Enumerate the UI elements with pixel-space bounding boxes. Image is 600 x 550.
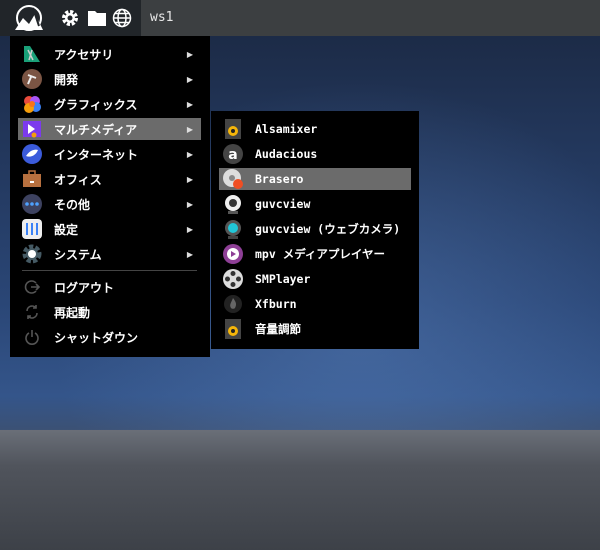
accessories-icon xyxy=(22,44,42,64)
chevron-right-icon: ▶ xyxy=(186,199,193,209)
item-label: 再起動 xyxy=(54,305,91,320)
submenu-item-guvcview-webcam[interactable]: guvcview (ウェブカメラ) xyxy=(219,218,411,240)
submenu-item-volume-control[interactable]: 音量調節 xyxy=(219,318,411,340)
item-label: その他 xyxy=(54,197,91,212)
chevron-right-icon: ▶ xyxy=(186,249,193,259)
taskbar-launchers xyxy=(0,0,141,36)
chevron-right-icon: ▶ xyxy=(186,149,193,159)
chevron-right-icon: ▶ xyxy=(186,174,193,184)
webcam-icon xyxy=(223,194,243,214)
speaker-icon xyxy=(223,119,243,139)
item-label: Brasero xyxy=(255,172,304,186)
chevron-right-icon: ▶ xyxy=(186,224,193,234)
taskbar: ws1 xyxy=(0,0,600,36)
folder-icon[interactable] xyxy=(87,9,107,27)
item-label: mpv メディアプレイヤー xyxy=(255,247,386,261)
settings-icon xyxy=(22,219,42,239)
flame-icon xyxy=(223,294,243,314)
item-label: シャットダウン xyxy=(54,330,139,345)
globe-icon[interactable] xyxy=(112,8,132,28)
chevron-right-icon: ▶ xyxy=(186,49,193,59)
power-icon xyxy=(22,327,42,347)
submenu-item-xfburn[interactable]: Xfburn xyxy=(219,293,411,315)
audacious-icon: a xyxy=(223,144,243,164)
item-label: 開発 xyxy=(54,72,79,87)
wallpaper-ground xyxy=(0,430,600,550)
system-icon xyxy=(22,244,42,264)
menu-item-logout[interactable]: ログアウト xyxy=(18,276,201,298)
submenu-item-alsamixer[interactable]: Alsamixer xyxy=(219,118,411,140)
item-label: SMPlayer xyxy=(255,272,311,286)
submenu-item-guvcview[interactable]: guvcview xyxy=(219,193,411,215)
menu-item-multimedia[interactable]: マルチメディア ▶ xyxy=(18,118,201,140)
chevron-right-icon: ▶ xyxy=(186,99,193,109)
item-label: グラフィックス xyxy=(54,97,138,112)
submenu-item-mpv[interactable]: mpv メディアプレイヤー xyxy=(219,243,411,265)
webcam-icon xyxy=(223,219,243,239)
item-label: アクセサリ xyxy=(54,47,114,62)
logout-icon xyxy=(22,277,42,297)
item-label: オフィス xyxy=(54,172,102,187)
menu-item-settings[interactable]: 設定 ▶ xyxy=(18,218,201,240)
chevron-right-icon: ▶ xyxy=(186,74,193,84)
workspace-label[interactable]: ws1 xyxy=(150,10,173,25)
submenu-item-smplayer[interactable]: SMPlayer xyxy=(219,268,411,290)
gear-icon[interactable] xyxy=(60,8,80,28)
main-menu: アクセサリ ▶ 開発 ▶ グラフィックス ▶ マルチメディア ▶ インターネット ▶ オフ… xyxy=(10,36,210,357)
film-reel-icon xyxy=(223,269,243,289)
speaker-icon xyxy=(223,319,243,339)
development-icon xyxy=(22,69,42,89)
item-label: Alsamixer xyxy=(255,122,318,136)
menu-item-development[interactable]: 開発 ▶ xyxy=(18,68,201,90)
menu-item-system[interactable]: システム ▶ xyxy=(18,243,201,265)
menu-item-accessories[interactable]: アクセサリ ▶ xyxy=(18,43,201,65)
multimedia-icon xyxy=(22,119,42,139)
submenu-item-brasero[interactable]: Brasero xyxy=(219,168,411,190)
item-label: システム xyxy=(54,247,102,262)
multimedia-submenu: Alsamixer a Audacious Brasero guvcview gu… xyxy=(211,111,419,349)
svg-text:a: a xyxy=(228,147,237,163)
item-label: 設定 xyxy=(54,222,79,237)
mpv-icon xyxy=(223,244,243,264)
item-label: guvcview (ウェブカメラ) xyxy=(255,222,401,236)
menu-item-graphics[interactable]: グラフィックス ▶ xyxy=(18,93,201,115)
graphics-icon xyxy=(22,94,42,114)
menu-item-office[interactable]: オフィス ▶ xyxy=(18,168,201,190)
menu-item-restart[interactable]: 再起動 xyxy=(18,301,201,323)
restart-icon xyxy=(22,302,42,322)
item-label: インターネット xyxy=(54,147,139,162)
brasero-icon xyxy=(223,169,243,189)
item-label: Xfburn xyxy=(255,297,297,311)
item-label: guvcview xyxy=(255,197,311,211)
menu-item-internet[interactable]: インターネット ▶ xyxy=(18,143,201,165)
office-icon xyxy=(22,169,42,189)
logo-icon[interactable] xyxy=(13,4,45,32)
submenu-item-audacious[interactable]: a Audacious xyxy=(219,143,411,165)
internet-icon xyxy=(22,144,42,164)
menu-separator xyxy=(22,270,197,271)
item-label: マルチメディア xyxy=(54,122,138,137)
item-label: Audacious xyxy=(255,147,318,161)
other-icon xyxy=(22,194,42,214)
menu-item-other[interactable]: その他 ▶ xyxy=(18,193,201,215)
menu-item-shutdown[interactable]: シャットダウン xyxy=(18,326,201,348)
chevron-right-icon: ▶ xyxy=(186,124,193,134)
item-label: ログアウト xyxy=(54,280,115,295)
item-label: 音量調節 xyxy=(255,322,301,336)
